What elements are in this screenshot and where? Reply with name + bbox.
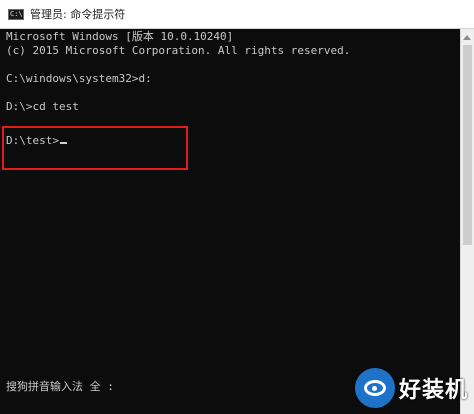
vertical-scrollbar[interactable]: [460, 29, 474, 414]
ime-status-bar[interactable]: 搜狗拼音输入法 全 :: [6, 378, 114, 394]
watermark-text: 好装机: [398, 378, 468, 403]
title-bar[interactable]: C:\ 管理员: 命令提示符: [0, 0, 474, 29]
console-line: C:\windows\system32>d:: [6, 72, 152, 85]
eye-logo-icon: [354, 368, 395, 408]
console-line: (c) 2015 Microsoft Corporation. All righ…: [6, 44, 351, 57]
console-line: D:\>cd test: [6, 100, 79, 113]
scroll-up-arrow-icon[interactable]: [463, 35, 471, 40]
console-output[interactable]: Microsoft Windows [版本 10.0.10240] (c) 20…: [6, 30, 436, 410]
cmd-icon: C:\: [8, 8, 24, 20]
scroll-thumb[interactable]: [463, 45, 472, 245]
window-title: 管理员: 命令提示符: [30, 8, 126, 21]
watermark: 好装机: [354, 368, 468, 408]
console-line: Microsoft Windows [版本 10.0.10240]: [6, 30, 234, 43]
command-prompt-window: C:\ 管理员: 命令提示符 Microsoft Windows [版本 10.…: [0, 0, 474, 414]
highlight-box: [2, 126, 188, 170]
